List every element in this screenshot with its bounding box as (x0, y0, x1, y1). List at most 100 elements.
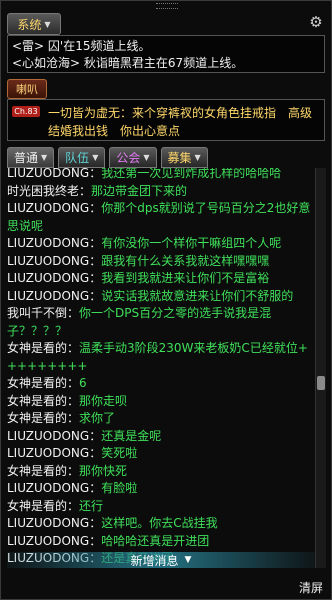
chat-message: LIUZUODONG：说实话我就故意进来让你们不舒服的 (7, 288, 313, 306)
chat-message: 我叫千不倒：你一个DPS百分之零的选手说我是混子？？？？ (7, 305, 313, 340)
scroll-thumb[interactable] (317, 376, 325, 390)
message-text: 我还第一次见到炸成扎样的哈哈哈 (101, 168, 282, 180)
chat-message: 女神是看的：那你走呗 (7, 393, 313, 411)
chat-message: 女神是看的：温柔手动3阶段230W来老板奶C已经就位+++++++++ (7, 340, 313, 375)
new-message-button[interactable]: 新增消息 ▼ (7, 552, 315, 568)
sender-name[interactable]: LIUZUODONG (7, 481, 89, 495)
tab-label: 队伍 (65, 151, 90, 165)
message-text: 跟我有什么关系我就这样嘿嘿嘿 (101, 253, 270, 268)
chat-message-list: LIUZUODONG：我还第一次见到炸成扎样的哈哈哈 时光困我终老：那边带金团下来… (7, 168, 313, 568)
system-message: <心如沧海> 秋诣暗黑君主在67频道上线。 (12, 56, 244, 70)
chat-message: LIUZUODONG：笑死啦 (7, 445, 313, 463)
message-text: 6 (79, 376, 87, 390)
chat-window: 系统 ▼ ⚙ <雷> 囚'在15频道上线。 <心如沧海> 秋诣暗黑君主在67频道… (0, 0, 332, 600)
message-text: 那你走呗 (79, 393, 128, 408)
chat-message: LIUZUODONG：哈哈哈还真是开进团 (7, 533, 313, 551)
tab-label: 募集 (167, 151, 192, 165)
horn-message: 一切皆为虚无：来个穿裤衩的女角色挂戒指 高级结婚我出钱 你出心意点 (48, 106, 313, 138)
chat-message: 女神是看的：6 (7, 375, 313, 393)
separator: ： (67, 376, 80, 390)
chat-message: LIUZUODONG：跟我有什么关系我就这样嘿嘿嘿 (7, 253, 313, 271)
separator: ： (67, 498, 80, 513)
separator: ： (67, 463, 80, 478)
separator: ： (89, 271, 102, 285)
tab-team[interactable]: 队伍 ▼ (58, 147, 106, 168)
separator: ： (89, 446, 102, 460)
separator: ： (89, 516, 102, 530)
message-text: 还行 (79, 498, 104, 513)
chat-message: LIUZUODONG：我还第一次见到炸成扎样的哈哈哈 (7, 168, 313, 183)
message-text: 还真是金呢 (101, 428, 162, 443)
sender-name[interactable]: LIUZUODONG (7, 201, 89, 215)
tab-recruit[interactable]: 募集 ▼ (160, 147, 208, 168)
sender-name[interactable]: 女神是看的 (7, 464, 67, 478)
message-text: 求你了 (79, 411, 116, 425)
sender-name[interactable]: 女神是看的 (7, 376, 67, 390)
chevron-down-icon: ▼ (92, 153, 99, 162)
message-text: 说实话我就故意进来让你们不舒服的 (101, 288, 294, 303)
gear-icon[interactable]: ⚙ (307, 13, 325, 31)
chat-message: 女神是看的：求你了 (7, 410, 313, 428)
horn-message-box: Ch.83 一切皆为虚无：来个穿裤衩的女角色挂戒指 高级结婚我出钱 你出心意点 (7, 99, 325, 141)
separator: ： (89, 236, 102, 250)
sender-name[interactable]: 女神是看的 (7, 394, 67, 408)
sender-name[interactable]: LIUZUODONG (7, 516, 89, 530)
sender-name[interactable]: LIUZUODONG (7, 168, 89, 180)
sender-name[interactable]: 女神是看的 (7, 499, 67, 513)
system-channel-tab[interactable]: 系统 ▼ (7, 13, 61, 35)
chat-message: LIUZUODONG：有脸啦 (7, 480, 313, 498)
system-message-box: <雷> 囚'在15频道上线。 <心如沧海> 秋诣暗黑君主在67频道上线。 (7, 35, 325, 73)
chat-message: LIUZUODONG：还真是金呢 (7, 428, 313, 446)
horn-channel-tab[interactable]: 喇叭 (7, 79, 47, 99)
tab-guild[interactable]: 公会 ▼ (109, 147, 157, 168)
sender-name[interactable]: LIUZUODONG (7, 254, 89, 268)
chat-message: LIUZUODONG：我看到我就进来让你们不是富裕 (7, 270, 313, 288)
drag-handle[interactable] (156, 3, 178, 9)
chat-message: 时光困我终老：那边带金团下来的 (7, 183, 313, 201)
separator: ： (67, 306, 80, 320)
separator: ： (89, 201, 102, 215)
separator: ： (89, 168, 102, 180)
message-text: 我看到我就进来让你们不是富裕 (101, 271, 270, 285)
chevron-down-icon: ▼ (44, 19, 51, 29)
new-message-label: 新增消息 (130, 553, 179, 568)
separator: ： (89, 253, 102, 268)
chat-tabs: 普通 ▼ 队伍 ▼ 公会 ▼ 募集 ▼ (7, 147, 208, 168)
clear-screen-button[interactable]: 清屏 (299, 579, 323, 596)
message-text: 那边带金团下来的 (91, 183, 188, 198)
sender-name[interactable]: 我叫千不倒 (7, 306, 67, 320)
channel-badge: Ch.83 (12, 106, 40, 117)
sender-name[interactable]: LIUZUODONG (7, 446, 89, 460)
sender-name[interactable]: LIUZUODONG (7, 534, 89, 548)
chat-message: LIUZUODONG：你那个dps就别说了号码百分之2也好意思说呢 (7, 200, 313, 235)
chat-scrollbar[interactable] (315, 168, 326, 568)
separator: ： (67, 393, 80, 408)
sender-name[interactable]: 女神是看的 (7, 411, 67, 425)
horn-tab-label: 喇叭 (16, 83, 38, 96)
separator: ： (89, 428, 102, 443)
separator: ： (79, 183, 92, 198)
sender-name[interactable]: LIUZUODONG (7, 289, 89, 303)
chevron-down-icon: ▼ (143, 153, 150, 162)
sender-name[interactable]: 时光困我终老 (7, 184, 79, 198)
separator: ： (89, 288, 102, 303)
message-text: 这样吧。你去C战挂我 (101, 516, 218, 530)
sender-name[interactable]: LIUZUODONG (7, 429, 89, 443)
message-text: 有你没你一个样你干嘛组四个人呢 (101, 236, 282, 250)
tab-label: 普通 (14, 151, 39, 165)
separator: ： (67, 341, 80, 355)
sender-name[interactable]: LIUZUODONG (7, 236, 89, 250)
chat-message: LIUZUODONG：有你没你一个样你干嘛组四个人呢 (7, 235, 313, 253)
chevron-down-icon: ▼ (194, 153, 201, 162)
system-tab-label: 系统 (17, 17, 42, 32)
chat-message: 女神是看的：那你快死 (7, 463, 313, 481)
sender-name[interactable]: 女神是看的 (7, 341, 67, 355)
separator: ： (89, 533, 102, 548)
tab-normal[interactable]: 普通 ▼ (7, 147, 55, 168)
chat-message: LIUZUODONG：这样吧。你去C战挂我 (7, 515, 313, 533)
sender-name[interactable]: LIUZUODONG (7, 271, 89, 285)
message-text: 哈哈哈还真是开进团 (101, 533, 210, 548)
message-text: 那你快死 (79, 463, 128, 478)
separator: ： (89, 481, 102, 495)
chevron-down-icon: ▼ (41, 153, 48, 162)
